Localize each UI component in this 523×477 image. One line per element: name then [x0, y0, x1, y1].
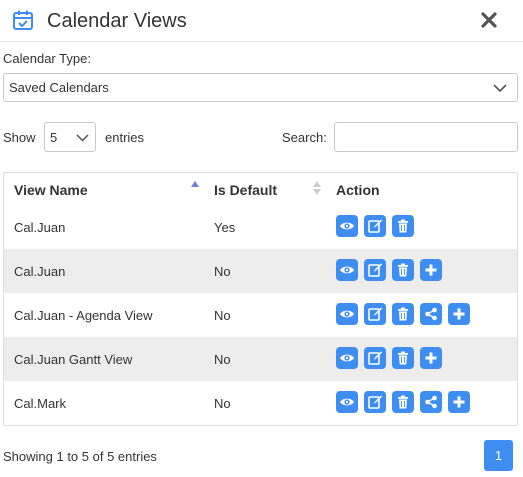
edit-icon — [368, 263, 382, 277]
add-button[interactable] — [420, 347, 442, 369]
table-row: Cal.Juan Yes — [4, 205, 517, 249]
edit-icon — [368, 219, 382, 233]
calendar-type-select[interactable]: Saved Calendars — [3, 73, 518, 102]
calendar-type-value: Saved Calendars — [9, 80, 109, 95]
trash-icon — [398, 263, 408, 277]
chevron-down-icon — [76, 134, 89, 142]
eye-icon — [340, 266, 354, 274]
edit-icon — [368, 395, 382, 409]
search-input[interactable] — [334, 122, 518, 152]
is-default-cell: No — [214, 396, 231, 411]
row-actions — [336, 259, 448, 281]
table-row: Cal.Mark No — [4, 381, 517, 425]
delete-button[interactable] — [392, 215, 414, 237]
trash-icon — [398, 307, 408, 321]
view-button[interactable] — [336, 303, 358, 325]
edit-button[interactable] — [364, 215, 386, 237]
table-row: Cal.Juan - Agenda View No — [4, 293, 517, 337]
dialog-header: Calendar Views — [0, 0, 523, 42]
trash-icon — [398, 219, 408, 233]
edit-button[interactable] — [364, 303, 386, 325]
table-row: Cal.Juan No — [4, 249, 517, 293]
eye-icon — [340, 354, 354, 362]
edit-icon — [368, 351, 382, 365]
share-icon — [425, 395, 437, 409]
sort-icon[interactable] — [313, 181, 321, 195]
column-header-action: Action — [336, 182, 380, 198]
close-icon[interactable] — [478, 9, 500, 31]
view-name-cell: Cal.Juan - Agenda View — [14, 308, 153, 323]
is-default-cell: Yes — [214, 220, 236, 235]
search-label: Search: — [282, 130, 327, 145]
calendar-check-icon — [13, 10, 33, 30]
calendar-type-label: Calendar Type: — [3, 51, 91, 66]
view-button[interactable] — [336, 215, 358, 237]
entries-label: entries — [105, 130, 145, 145]
row-actions — [336, 347, 448, 369]
edit-button[interactable] — [364, 259, 386, 281]
plus-icon — [453, 396, 465, 408]
trash-icon — [398, 351, 408, 365]
plus-icon — [425, 352, 437, 364]
delete-button[interactable] — [392, 303, 414, 325]
view-button[interactable] — [336, 391, 358, 413]
is-default-cell: No — [214, 264, 231, 279]
eye-icon — [340, 398, 354, 406]
edit-icon — [368, 307, 382, 321]
add-button[interactable] — [448, 303, 470, 325]
edit-button[interactable] — [364, 391, 386, 413]
sort-ascending-icon[interactable] — [191, 181, 199, 187]
chevron-down-icon — [493, 84, 507, 93]
pagination-page-1[interactable]: 1 — [484, 440, 513, 471]
view-button[interactable] — [336, 347, 358, 369]
show-label: Show — [3, 130, 36, 145]
delete-button[interactable] — [392, 259, 414, 281]
view-name-cell: Cal.Juan Gantt View — [14, 352, 133, 367]
eye-icon — [340, 222, 354, 230]
share-button[interactable] — [420, 391, 442, 413]
is-default-cell: No — [214, 308, 231, 323]
table-header: View Name Is Default Action — [4, 173, 517, 206]
add-button[interactable] — [420, 259, 442, 281]
delete-button[interactable] — [392, 391, 414, 413]
table-info: Showing 1 to 5 of 5 entries — [3, 449, 157, 464]
column-header-view-name[interactable]: View Name — [14, 182, 88, 198]
trash-icon — [398, 395, 408, 409]
calendar-views-table: View Name Is Default Action Cal.Juan Yes… — [3, 172, 518, 426]
share-button[interactable] — [420, 303, 442, 325]
view-name-cell: Cal.Mark — [14, 396, 67, 411]
view-name-cell: Cal.Juan — [14, 264, 66, 279]
plus-icon — [453, 308, 465, 320]
share-icon — [425, 307, 437, 321]
entries-per-page-select[interactable]: 5 — [44, 122, 96, 152]
view-name-cell: Cal.Juan — [14, 220, 66, 235]
add-button[interactable] — [448, 391, 470, 413]
table-row: Cal.Juan Gantt View No — [4, 337, 517, 381]
row-actions — [336, 303, 476, 325]
entries-per-page-value: 5 — [50, 130, 58, 145]
column-header-is-default[interactable]: Is Default — [214, 182, 277, 198]
dialog-title: Calendar Views — [47, 10, 187, 32]
eye-icon — [340, 310, 354, 318]
row-actions — [336, 215, 420, 237]
row-actions — [336, 391, 476, 413]
is-default-cell: No — [214, 352, 231, 367]
view-button[interactable] — [336, 259, 358, 281]
delete-button[interactable] — [392, 347, 414, 369]
edit-button[interactable] — [364, 347, 386, 369]
plus-icon — [425, 264, 437, 276]
